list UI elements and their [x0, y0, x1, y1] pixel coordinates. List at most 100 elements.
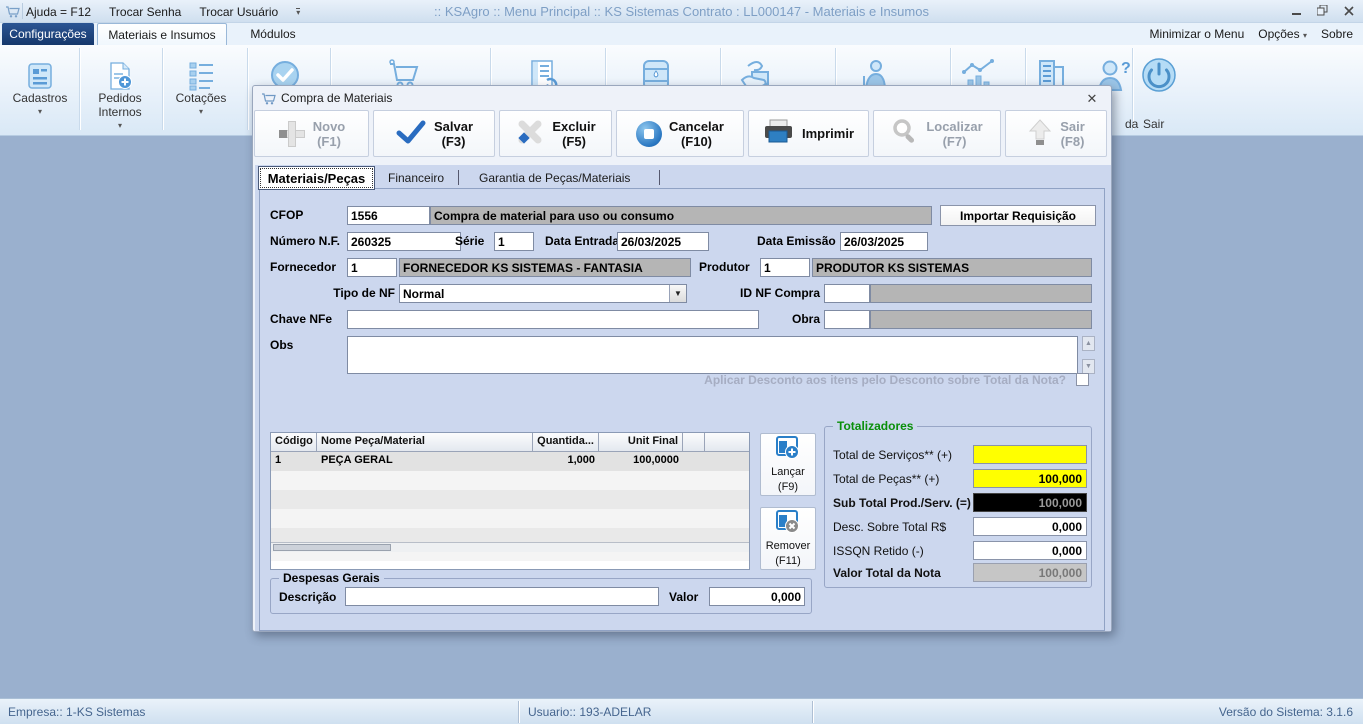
totalizadores-title: Totalizadores — [833, 419, 917, 433]
sobre-menu[interactable]: Sobre — [1321, 27, 1353, 41]
produtor-code-input[interactable]: 1 — [760, 258, 810, 277]
produtor-label: Produtor — [699, 260, 750, 274]
window-controls — [1288, 3, 1357, 18]
tipo-nf-label: Tipo de NF — [270, 286, 395, 300]
table-row-empty — [271, 509, 749, 528]
fornecedor-name-field: FORNECEDOR KS SISTEMAS - FANTASIA — [399, 258, 691, 277]
ribbon-button-cotacoes[interactable]: Cotações ▾ — [169, 55, 233, 119]
serie-label: Série — [455, 234, 484, 248]
divider — [79, 48, 80, 130]
items-table[interactable]: Código Nome Peça/Material Quantida... Un… — [270, 432, 750, 570]
column-header-nome[interactable]: Nome Peça/Material — [317, 433, 533, 452]
data-emissao-input[interactable]: 26/03/2025 — [840, 232, 928, 251]
minimize-window-icon[interactable] — [1288, 3, 1305, 18]
excluir-button[interactable]: Excluir(F5) — [499, 110, 612, 157]
dialog-cart-icon — [261, 91, 277, 111]
sair-dialog-button[interactable]: Sair(F8) — [1005, 110, 1107, 157]
numero-nf-input[interactable]: 260325 — [347, 232, 461, 251]
chave-nfe-label: Chave NFe — [270, 312, 332, 326]
menu-item-ajuda[interactable]: Ajuda = F12 — [26, 5, 91, 19]
imprimir-button[interactable]: Imprimir — [748, 110, 869, 157]
pedidos-internos-icon — [105, 55, 135, 91]
tab-modulos[interactable]: Módulos — [233, 23, 313, 45]
top-menu: Ajuda = F12 Trocar Senha Trocar Usuário … — [26, 0, 300, 23]
menu-item-trocar-senha[interactable]: Trocar Senha — [109, 5, 181, 19]
divider — [247, 48, 248, 130]
cfop-input[interactable]: 1556 — [347, 206, 430, 225]
obra-code-input[interactable] — [824, 310, 870, 329]
cotacoes-icon — [186, 55, 216, 91]
chevron-down-icon[interactable]: ▾ — [296, 8, 300, 16]
desconto-total-field[interactable]: 0,000 — [973, 517, 1087, 536]
fornecedor-code-input[interactable]: 1 — [347, 258, 397, 277]
dialog-close-icon[interactable]: ✕ — [1083, 91, 1101, 107]
id-nf-compra-code-input[interactable] — [824, 284, 870, 303]
table-row[interactable]: 1 PEÇA GERAL 1,000 100,0000 — [271, 452, 749, 471]
remover-button[interactable]: Remover (F11) — [760, 507, 816, 570]
minimizar-o-menu-button[interactable]: Minimizar o Menu — [1150, 27, 1245, 41]
obs-textarea[interactable] — [347, 336, 1078, 374]
svg-text:?: ? — [1121, 60, 1131, 77]
menubar-right: Minimizar o Menu Opções ▾ Sobre — [1150, 23, 1353, 45]
cancelar-button[interactable]: Cancelar(F10) — [616, 110, 744, 157]
sub-total-field: 100,000 — [973, 493, 1087, 512]
sair-power-icon[interactable] — [1140, 56, 1178, 99]
salvar-button[interactable]: Salvar(F3) — [373, 110, 495, 157]
tab-garantia[interactable]: Garantia de Peças/Materiais — [479, 171, 630, 185]
numero-nf-label: Número N.F. — [270, 234, 340, 248]
ribbon-partial-label: da — [1125, 117, 1138, 131]
statusbar-empresa: Empresa:: 1-KS Sistemas — [8, 699, 145, 724]
data-entrada-label: Data Entrada — [545, 234, 619, 248]
aplicar-desconto-checkbox[interactable] — [1076, 373, 1089, 386]
scroll-up-icon[interactable]: ▲ — [1082, 336, 1095, 351]
descricao-input[interactable] — [345, 587, 659, 606]
ribbon-button-pedidos-internos[interactable]: Pedidos Internos ▾ — [84, 55, 156, 133]
desconto-total-label: Desc. Sobre Total R$ — [833, 520, 946, 534]
opcoes-menu[interactable]: Opções ▾ — [1258, 27, 1307, 41]
ribbon-button-cadastros[interactable]: Cadastros ▾ — [6, 55, 74, 119]
total-servicos-field[interactable] — [973, 445, 1087, 464]
tipo-nf-select[interactable]: Normal ▼ — [399, 284, 687, 303]
statusbar-usuario: Usuario:: 193-ADELAR — [528, 699, 651, 724]
novo-button[interactable]: Novo(F1) — [254, 110, 369, 157]
app-cart-icon — [5, 4, 21, 24]
valor-label: Valor — [669, 590, 698, 604]
obs-label: Obs — [270, 338, 293, 352]
tab-configuracoes[interactable]: Configurações — [2, 23, 94, 45]
horizontal-scrollbar[interactable] — [271, 542, 749, 552]
total-pecas-field[interactable]: 100,000 — [973, 469, 1087, 488]
valor-input[interactable]: 0,000 — [709, 587, 805, 606]
restore-window-icon[interactable] — [1314, 3, 1331, 18]
dialog-titlebar[interactable]: Compra de Materiais — [253, 86, 1111, 110]
tab-materiais-pecas[interactable]: Materiais/Peças — [258, 166, 375, 190]
plus-icon — [278, 120, 306, 148]
printer-icon — [763, 119, 795, 148]
importar-requisicao-button[interactable]: Importar Requisição — [940, 205, 1096, 226]
lancar-button[interactable]: Lançar (F9) — [760, 433, 816, 496]
ribbon-sair-label[interactable]: Sair — [1143, 117, 1164, 131]
column-header-codigo[interactable]: Código — [271, 433, 317, 452]
tab-financeiro[interactable]: Financeiro — [388, 171, 444, 185]
aplicar-desconto-label: Aplicar Desconto aos itens pelo Desconto… — [510, 373, 1066, 387]
data-entrada-input[interactable]: 26/03/2025 — [617, 232, 709, 251]
tab-materiais-e-insumos[interactable]: Materiais e Insumos — [97, 23, 227, 45]
window-titlebar: Ajuda = F12 Trocar Senha Trocar Usuário … — [0, 0, 1363, 23]
items-table-header: Código Nome Peça/Material Quantida... Un… — [271, 433, 749, 452]
chevron-down-icon[interactable]: ▼ — [669, 285, 686, 302]
column-header-unit-final[interactable]: Unit Final — [599, 433, 683, 452]
scrollbar-thumb[interactable] — [273, 544, 391, 551]
localizar-button[interactable]: Localizar(F7) — [873, 110, 1001, 157]
serie-input[interactable]: 1 — [494, 232, 534, 251]
issqn-retido-field[interactable]: 0,000 — [973, 541, 1087, 560]
menu-item-trocar-usuario[interactable]: Trocar Usuário — [199, 5, 278, 19]
divider — [458, 170, 459, 185]
column-header-quantidade[interactable]: Quantida... — [533, 433, 599, 452]
ribbon-tabbar: Configurações Materiais e Insumos Módulo… — [0, 23, 1363, 45]
chevron-down-icon: ▾ — [199, 105, 203, 119]
despesas-gerais-title: Despesas Gerais — [279, 571, 384, 585]
total-servicos-label: Total de Serviços** (+) — [833, 448, 952, 462]
chave-nfe-input[interactable] — [347, 310, 759, 329]
scroll-down-icon[interactable]: ▼ — [1082, 359, 1095, 374]
close-window-icon[interactable] — [1340, 3, 1357, 18]
application-window: Ajuda = F12 Trocar Senha Trocar Usuário … — [0, 0, 1363, 724]
